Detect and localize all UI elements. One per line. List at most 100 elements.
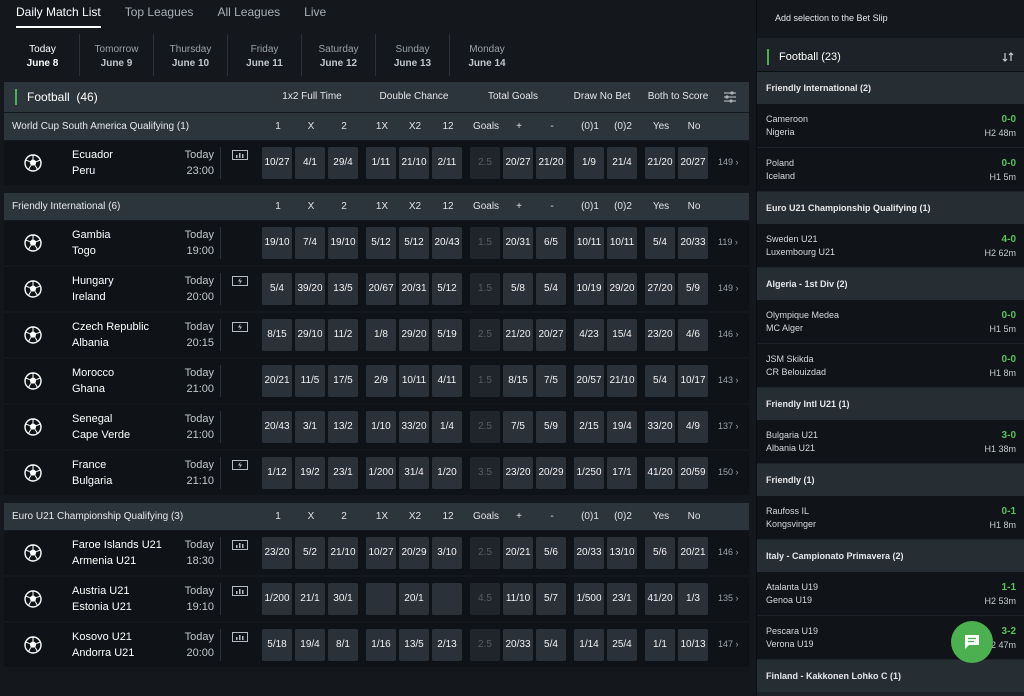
live-match[interactable]: Atalanta U19 Genoa U19 1-1 H2 53m [757,572,1024,616]
home-team[interactable]: Czech Republic [72,321,149,333]
away-team[interactable]: Peru [72,165,95,177]
tab-daily-match-list[interactable]: Daily Match List [16,0,101,28]
odds-button[interactable]: 20/31 [503,227,533,259]
live-group-header[interactable]: Finland - Kakkonen Lohko C (1) [757,660,1024,692]
group-header[interactable]: World Cup South America Qualifying (1) 1 X… [4,113,749,140]
odds-button[interactable]: 5/4 [645,365,675,397]
more-markets-link[interactable]: 147 › [718,639,739,649]
more-markets-link[interactable]: 149 › [718,157,739,167]
odds-button[interactable]: 4/11 [432,365,462,397]
odds-button[interactable]: 1/20 [432,457,462,489]
odds-button[interactable]: 10/13 [678,629,708,661]
odds-button[interactable]: 29/10 [295,319,325,351]
tab-all-leagues[interactable]: All Leagues [217,0,280,28]
away-team[interactable]: Albania [72,337,109,349]
odds-button[interactable]: 20/21 [678,537,708,569]
date-tab-4[interactable]: Saturday June 12 [302,34,376,76]
match-row[interactable]: Morocco Ghana Today 21:00 20/21 11/5 17/5 2/9 10… [4,359,749,403]
odds-button[interactable]: 1/500 [574,583,604,615]
more-markets-link[interactable]: 146 › [718,547,739,557]
odds-button[interactable]: 20/27 [503,147,533,179]
live-group-header[interactable]: Euro U21 Championship Qualifying (1) [757,192,1024,224]
odds-button[interactable]: 1/14 [574,629,604,661]
odds-button[interactable]: 25/4 [607,629,637,661]
odds-button[interactable]: 20/21 [262,365,292,397]
odds-button[interactable]: 17/1 [607,457,637,489]
away-team[interactable]: Ghana [72,383,105,395]
home-team[interactable]: France [72,459,106,471]
odds-button[interactable]: 2/15 [574,411,604,443]
odds-button[interactable]: 7/5 [503,411,533,443]
stats-icon[interactable] [232,586,248,596]
odds-button[interactable]: 6/5 [536,227,566,259]
match-row[interactable]: Austria U21 Estonia U21 Today 19:10 1/200 21/… [4,577,749,621]
odds-button[interactable]: 5/12 [432,273,462,305]
live-match[interactable]: Poland Iceland 0-0 H1 5m [757,148,1024,192]
odds-button[interactable]: 33/20 [645,411,675,443]
live-sport-header[interactable]: Football (23) [757,42,1024,72]
odds-button[interactable]: 5/4 [536,629,566,661]
odds-button[interactable]: 13/5 [328,273,358,305]
odds-button[interactable]: 13/10 [607,537,637,569]
odds-button[interactable]: 5/9 [536,411,566,443]
live-stream-icon[interactable] [232,460,248,470]
odds-button[interactable]: 2/11 [432,147,462,179]
odds-button[interactable]: 10/11 [607,227,637,259]
home-team[interactable]: Ecuador [72,149,113,161]
odds-button[interactable]: 21/20 [536,147,566,179]
odds-button[interactable]: 2/9 [366,365,396,397]
odds-button[interactable]: 5/9 [678,273,708,305]
odds-button[interactable]: 20/1 [399,583,429,615]
odds-button[interactable]: 21/1 [295,583,325,615]
odds-button[interactable]: 10/27 [262,147,292,179]
odds-button[interactable]: 5/6 [645,537,675,569]
odds-button[interactable]: 19/4 [607,411,637,443]
match-row[interactable]: Senegal Cape Verde Today 21:00 20/43 3/1 13/2 1… [4,405,749,449]
group-header[interactable]: Friendly International (6) 1 X 2 1X X2 12 Goals… [4,193,749,220]
odds-button[interactable]: 29/4 [328,147,358,179]
sort-icon[interactable] [1002,51,1014,63]
odds-button[interactable]: 20/43 [262,411,292,443]
home-team[interactable]: Morocco [72,367,114,379]
odds-button[interactable]: 11/10 [503,583,533,615]
odds-button[interactable]: 1/3 [678,583,708,615]
odds-button[interactable]: 20/21 [503,537,533,569]
live-group-header[interactable]: Friendly Intl U21 (1) [757,388,1024,420]
live-group-header[interactable]: Friendly (1) [757,464,1024,496]
odds-button[interactable]: 23/1 [607,583,637,615]
odds-button[interactable]: 5/2 [295,537,325,569]
more-markets-link[interactable]: 135 › [718,593,739,603]
odds-button[interactable]: 1/11 [366,147,396,179]
match-row[interactable]: Faroe Islands U21 Armenia U21 Today 18:30 23… [4,531,749,575]
odds-button[interactable]: 13/2 [328,411,358,443]
odds-button[interactable]: 4/6 [678,319,708,351]
away-team[interactable]: Bulgaria [72,475,112,487]
odds-button[interactable]: 3/1 [295,411,325,443]
odds-button[interactable]: 21/10 [328,537,358,569]
odds-button[interactable]: 4/23 [574,319,604,351]
odds-button[interactable] [432,583,462,615]
date-tab-2[interactable]: Thursday June 10 [154,34,228,76]
home-team[interactable]: Kosovo U21 [72,631,132,643]
odds-button[interactable]: 19/10 [262,227,292,259]
home-team[interactable]: Faroe Islands U21 [72,539,162,551]
odds-button[interactable]: 8/15 [503,365,533,397]
odds-button[interactable]: 5/18 [262,629,292,661]
away-team[interactable]: Cape Verde [72,429,130,441]
home-team[interactable]: Hungary [72,275,114,287]
odds-button[interactable]: 20/27 [678,147,708,179]
odds-button[interactable]: 21/4 [607,147,637,179]
odds-button[interactable]: 5/8 [503,273,533,305]
more-markets-link[interactable]: 149 › [718,283,739,293]
odds-button[interactable]: 13/5 [399,629,429,661]
odds-button[interactable]: 39/20 [295,273,325,305]
odds-button[interactable]: 20/57 [574,365,604,397]
odds-button[interactable]: 1/200 [262,583,292,615]
odds-button[interactable]: 1/4 [432,411,462,443]
live-match[interactable]: Sweden U21 Luxembourg U21 4-0 H2 62m [757,224,1024,268]
odds-button[interactable]: 27/20 [645,273,675,305]
odds-button[interactable]: 11/5 [295,365,325,397]
odds-button[interactable]: 7/5 [536,365,566,397]
odds-button[interactable]: 5/4 [262,273,292,305]
stats-icon[interactable] [232,540,248,550]
